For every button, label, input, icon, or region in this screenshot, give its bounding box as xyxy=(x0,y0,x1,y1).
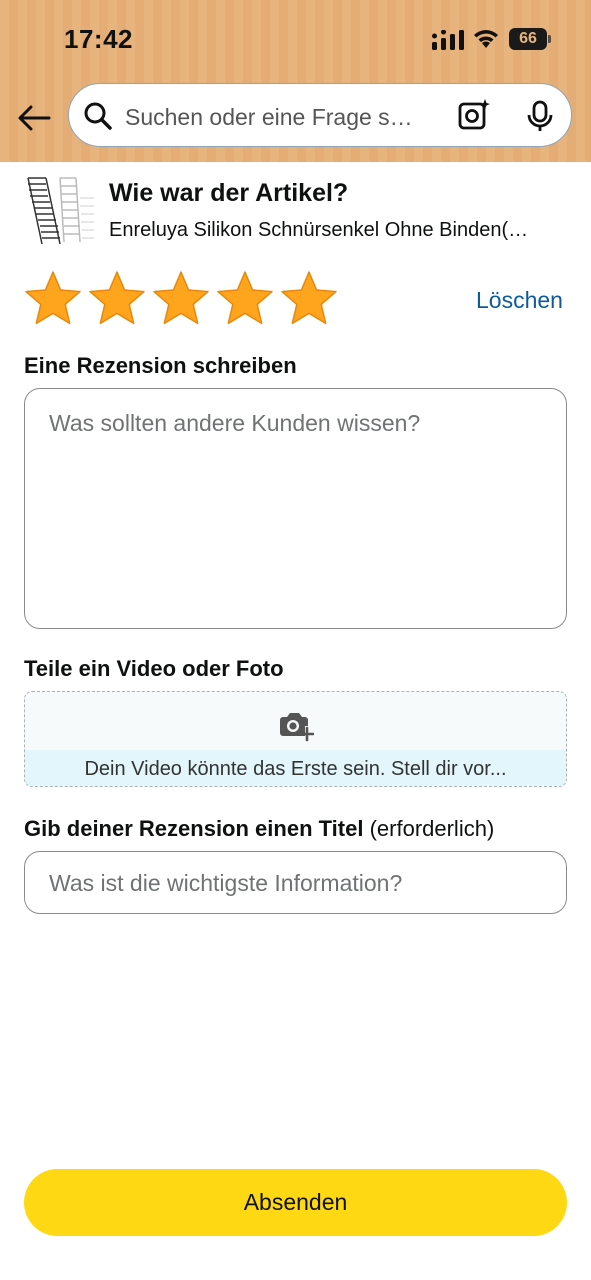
title-label: Gib deiner Rezension einen Titel (erford… xyxy=(24,816,494,842)
product-thumbnail xyxy=(27,177,94,245)
wifi-icon xyxy=(474,30,498,48)
cellular-signal-icon xyxy=(432,30,464,50)
title-placeholder: Was ist die wichtigste Information? xyxy=(49,870,403,896)
battery-level: 66 xyxy=(519,30,537,47)
app-header: 17:42 66 Suchen oder eine Frage s… xyxy=(0,0,591,162)
media-label: Teile ein Video oder Foto xyxy=(24,656,284,681)
add-photo-icon xyxy=(280,713,314,742)
submit-label: Absenden xyxy=(243,1189,348,1215)
media-upload-area[interactable]: Dein Video könnte das Erste sein. Stell … xyxy=(24,691,567,787)
star-icon-1[interactable] xyxy=(24,270,82,328)
submit-button[interactable]: Absenden xyxy=(24,1169,567,1236)
search-input[interactable]: Suchen oder eine Frage s… xyxy=(125,104,445,131)
microphone-icon[interactable] xyxy=(525,100,555,132)
review-label: Eine Rezension schreiben xyxy=(24,353,297,378)
star-icon-2[interactable] xyxy=(88,270,146,328)
battery-indicator: 66 xyxy=(509,28,551,50)
media-banner-text: Dein Video könnte das Erste sein. Stell … xyxy=(84,758,507,780)
back-arrow-icon xyxy=(18,105,51,131)
camera-search-icon[interactable] xyxy=(457,98,491,132)
product-name: Enreluya Silikon Schnürsenkel Ohne Binde… xyxy=(109,219,529,241)
review-textarea[interactable]: Was sollten andere Kunden wissen? xyxy=(24,388,567,629)
search-icon xyxy=(84,102,112,130)
required-note: (erforderlich) xyxy=(369,816,495,841)
star-icon-5[interactable] xyxy=(280,270,338,328)
search-bar[interactable]: Suchen oder eine Frage s… xyxy=(68,83,572,147)
star-icon-4[interactable] xyxy=(216,270,274,328)
title-input[interactable]: Was ist die wichtigste Information? xyxy=(24,851,567,914)
review-placeholder: Was sollten andere Kunden wissen? xyxy=(49,410,421,436)
status-bar: 17:42 66 xyxy=(0,0,591,80)
clear-rating-link[interactable]: Löschen xyxy=(476,287,563,314)
status-time: 17:42 xyxy=(64,24,133,54)
back-button[interactable] xyxy=(14,98,54,138)
battery-tip xyxy=(548,35,551,43)
star-rating[interactable] xyxy=(24,270,344,330)
title-label-text: Gib deiner Rezension einen Titel xyxy=(24,816,364,841)
media-banner: Dein Video könnte das Erste sein. Stell … xyxy=(25,750,566,786)
review-prompt-heading: Wie war der Artikel? xyxy=(109,179,349,207)
star-icon-3[interactable] xyxy=(152,270,210,328)
